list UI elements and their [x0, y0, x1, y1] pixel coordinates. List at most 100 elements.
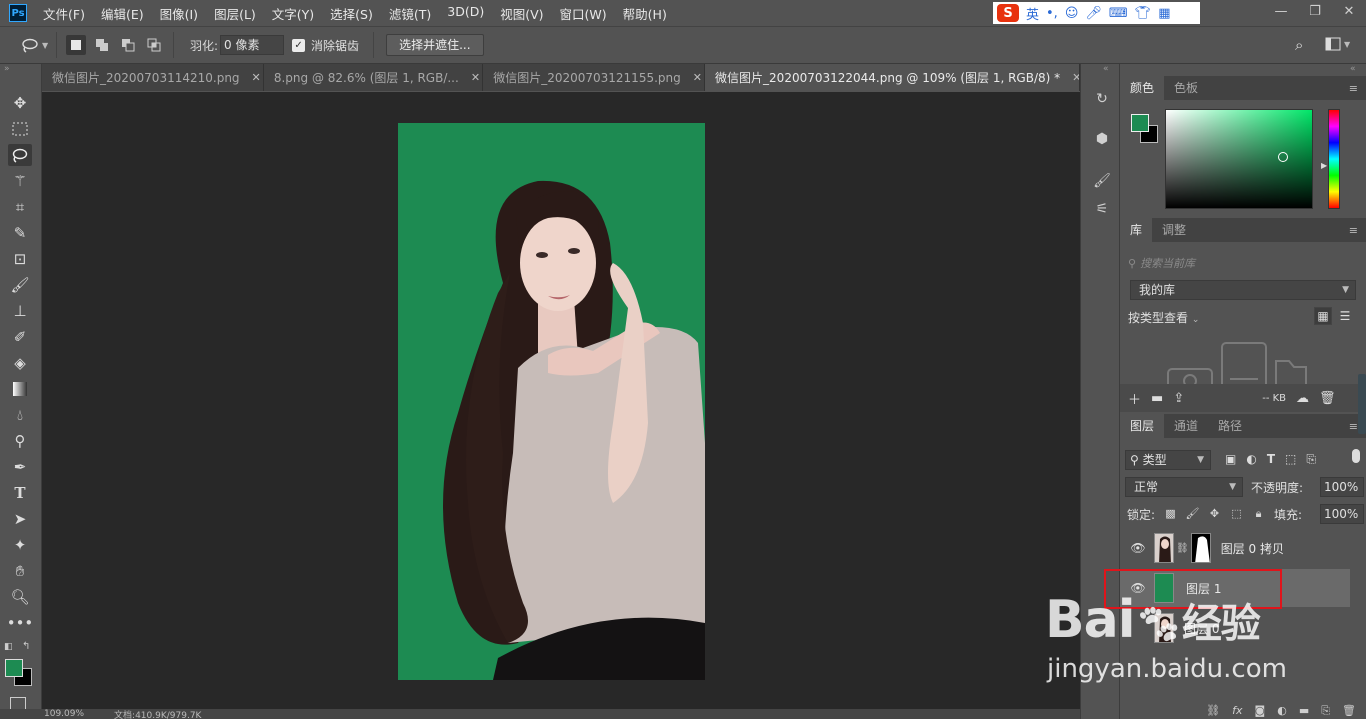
- upload-icon[interactable]: ⇪: [1173, 391, 1184, 406]
- crop-tool-icon[interactable]: ⌗: [8, 196, 32, 218]
- canvas-area[interactable]: [42, 92, 1080, 709]
- library-select[interactable]: 我的库 ▼: [1130, 280, 1356, 300]
- menu-item[interactable]: 帮助(H): [615, 4, 675, 23]
- grid-icon[interactable]: ▦: [1158, 6, 1170, 21]
- keyboard-icon[interactable]: ⌨: [1109, 6, 1128, 21]
- document-tab[interactable]: 微信图片_20200703114210.png ✕: [42, 64, 264, 91]
- default-colors-icon[interactable]: ◧: [4, 642, 13, 652]
- collapse-arrows-icon[interactable]: «: [1350, 64, 1356, 74]
- layer-row[interactable]: 👁︎ 图层 1: [1120, 569, 1350, 607]
- antialias-checkbox[interactable]: ✓: [292, 38, 306, 52]
- history-brush-tool-icon[interactable]: ✐: [8, 326, 32, 348]
- type-tool-icon[interactable]: T: [8, 482, 32, 504]
- document-tab[interactable]: 微信图片_20200703121155.png ✕: [483, 64, 706, 91]
- foreground-color-swatch[interactable]: [5, 659, 23, 677]
- layer-row[interactable]: 👁︎ ⛓ 图层 0 拷贝: [1120, 529, 1350, 567]
- color-foreground-swatch[interactable]: [1131, 114, 1149, 132]
- brush-settings-icon[interactable]: 🖌︎: [1091, 170, 1113, 192]
- lock-artboard-icon[interactable]: ⬚: [1230, 507, 1243, 520]
- lock-all-icon[interactable]: 🔒︎: [1252, 507, 1265, 520]
- close-tab-icon[interactable]: ✕: [693, 71, 702, 84]
- menu-item[interactable]: 文件(F): [35, 4, 93, 23]
- tab-color[interactable]: 颜色: [1120, 76, 1165, 100]
- color-picker-handle[interactable]: [1278, 152, 1288, 162]
- hue-slider-handle-icon[interactable]: ▶: [1321, 161, 1327, 170]
- eye-hidden[interactable]: ·: [1128, 621, 1148, 635]
- eye-icon[interactable]: 👁︎: [1128, 581, 1148, 595]
- adjustment-filter-icon[interactable]: ◐: [1246, 452, 1256, 467]
- blend-mode-select[interactable]: 正常 ▼: [1125, 477, 1243, 497]
- hand-tool-icon[interactable]: ✋︎: [8, 560, 32, 582]
- lock-position-icon[interactable]: ✥: [1208, 507, 1221, 520]
- trash-icon[interactable]: 🗑︎: [1319, 391, 1336, 406]
- search-icon[interactable]: ⌕: [1295, 36, 1303, 54]
- grid-view-icon[interactable]: ▦: [1314, 307, 1332, 325]
- close-tab-icon[interactable]: ✕: [471, 71, 480, 84]
- pixel-filter-icon[interactable]: ▣: [1225, 452, 1236, 467]
- ime-language[interactable]: 英: [1026, 4, 1039, 23]
- healing-tool-icon[interactable]: ⊡: [8, 248, 32, 270]
- panel-menu-icon[interactable]: ≡: [1349, 224, 1358, 237]
- tab-swatches[interactable]: 色板: [1164, 76, 1208, 100]
- menu-item[interactable]: 3D(D): [439, 4, 492, 23]
- lasso-tool-icon[interactable]: [8, 144, 32, 166]
- shape-filter-icon[interactable]: ⬚: [1285, 452, 1296, 467]
- menu-item[interactable]: 滤镜(T): [381, 4, 439, 23]
- marquee-tool-icon[interactable]: [8, 118, 32, 140]
- fx-icon[interactable]: fx: [1232, 704, 1242, 719]
- menu-item[interactable]: 编辑(E): [93, 4, 152, 23]
- lasso-preset-picker[interactable]: ▼: [20, 37, 50, 53]
- history-panel-icon[interactable]: ↻: [1091, 88, 1113, 110]
- tab-layers[interactable]: 图层: [1120, 414, 1165, 438]
- collapse-arrows-icon[interactable]: »: [4, 64, 10, 74]
- filter-toggle-icon[interactable]: [1352, 449, 1360, 463]
- zoom-level[interactable]: 109.09%: [44, 709, 84, 719]
- menu-item[interactable]: 窗口(W): [552, 4, 615, 23]
- path-selection-tool-icon[interactable]: ➤: [8, 508, 32, 530]
- emoji-icon[interactable]: ☺: [1065, 6, 1079, 21]
- fill-input[interactable]: 100%: [1320, 504, 1364, 524]
- link-layers-icon[interactable]: ⛓: [1206, 704, 1220, 719]
- tab-libraries[interactable]: 库: [1120, 218, 1153, 242]
- layer-row[interactable]: · 图层 0: [1120, 609, 1350, 647]
- dodge-tool-icon[interactable]: ⚲: [8, 430, 32, 452]
- 3d-panel-icon[interactable]: ⬢: [1091, 128, 1113, 150]
- gradient-tool-icon[interactable]: [8, 378, 32, 400]
- panel-menu-icon[interactable]: ≡: [1349, 82, 1358, 95]
- pen-tool-icon[interactable]: ✒: [8, 456, 32, 478]
- group-icon[interactable]: ▬: [1299, 704, 1309, 719]
- new-layer-icon[interactable]: ⎘: [1321, 704, 1330, 719]
- library-search[interactable]: ⚲ 搜索当前库: [1128, 254, 1356, 272]
- adjust-panel-icon[interactable]: ⚟: [1091, 198, 1113, 220]
- menu-item[interactable]: 选择(S): [322, 4, 381, 23]
- delete-layer-icon[interactable]: 🗑︎: [1342, 704, 1356, 719]
- shape-tool-icon[interactable]: ✦: [8, 534, 32, 556]
- subtract-selection-button[interactable]: [118, 35, 138, 55]
- layer-mask-thumbnail[interactable]: [1190, 533, 1211, 563]
- layer-filter-type[interactable]: ⚲ 类型 ▼: [1125, 450, 1211, 470]
- microphone-icon[interactable]: 🎤︎: [1085, 6, 1102, 21]
- close-window-button[interactable]: ✕: [1332, 0, 1366, 22]
- magic-wand-tool-icon[interactable]: ⚚: [8, 170, 32, 192]
- add-selection-button[interactable]: [92, 35, 112, 55]
- opacity-input[interactable]: 100%: [1320, 477, 1364, 497]
- restore-button[interactable]: ❐: [1298, 0, 1332, 22]
- collapse-arrows-icon[interactable]: «: [1103, 64, 1109, 74]
- feather-input[interactable]: 0 像素: [220, 35, 285, 55]
- menu-item[interactable]: 图层(L): [206, 4, 264, 23]
- close-tab-icon[interactable]: ✕: [252, 71, 261, 84]
- adjustment-layer-icon[interactable]: ◐: [1277, 704, 1287, 719]
- document-tab[interactable]: 8.png @ 82.6% (图层 1, RGB/... ✕: [263, 64, 484, 91]
- panel-scrollbar[interactable]: [1358, 374, 1366, 434]
- intersect-selection-button[interactable]: [144, 35, 164, 55]
- document-canvas[interactable]: [398, 123, 705, 680]
- close-tab-icon[interactable]: ✕: [1072, 71, 1079, 84]
- swap-colors-icon[interactable]: ↰: [22, 641, 30, 652]
- new-selection-button[interactable]: [66, 35, 86, 55]
- add-icon[interactable]: ＋: [1128, 389, 1141, 408]
- list-view-icon[interactable]: ☰: [1336, 307, 1354, 325]
- view-by-type[interactable]: 按类型查看 ⌄: [1128, 309, 1199, 326]
- color-field[interactable]: [1165, 109, 1313, 209]
- menu-item[interactable]: 视图(V): [492, 4, 551, 23]
- eye-icon[interactable]: 👁︎: [1128, 541, 1148, 555]
